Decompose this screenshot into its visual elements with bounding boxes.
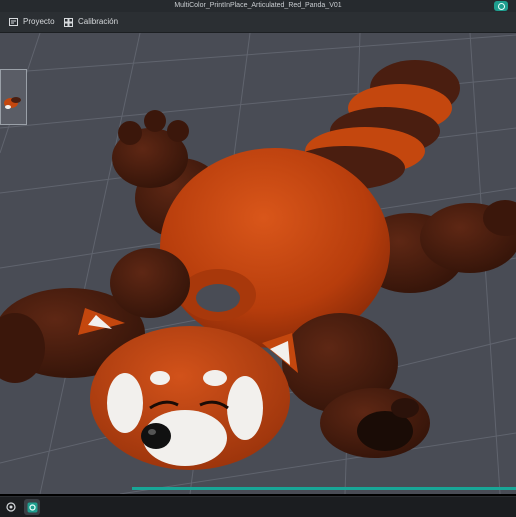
red-panda-thumbnail-icon bbox=[4, 97, 21, 109]
3d-viewport[interactable] bbox=[0, 33, 516, 494]
build-plate-scene[interactable] bbox=[0, 33, 516, 494]
slicing-progress-bar bbox=[132, 487, 516, 490]
slicer-app-icon[interactable] bbox=[24, 499, 40, 515]
menu-item-label: Proyecto bbox=[23, 17, 55, 26]
panda-leg-lower-right bbox=[282, 313, 430, 458]
calibration-icon bbox=[64, 17, 73, 27]
start-icon[interactable] bbox=[3, 499, 19, 515]
slicing-progress-fill bbox=[132, 487, 516, 490]
menu-item-calibration[interactable]: Calibración bbox=[64, 12, 118, 32]
menu-item-label: Calibración bbox=[78, 17, 119, 26]
window-title: MultiColor_PrintInPlace_Articulated_Red_… bbox=[174, 2, 342, 9]
taskbar bbox=[0, 496, 516, 517]
orca-slicer-icon[interactable] bbox=[494, 1, 508, 11]
plate-thumbnail[interactable] bbox=[0, 69, 27, 125]
menu-bar: Proyecto Calibración bbox=[0, 12, 516, 33]
project-icon bbox=[9, 18, 18, 26]
menu-item-project[interactable]: Proyecto bbox=[9, 12, 55, 32]
title-bar: MultiColor_PrintInPlace_Articulated_Red_… bbox=[0, 0, 516, 12]
